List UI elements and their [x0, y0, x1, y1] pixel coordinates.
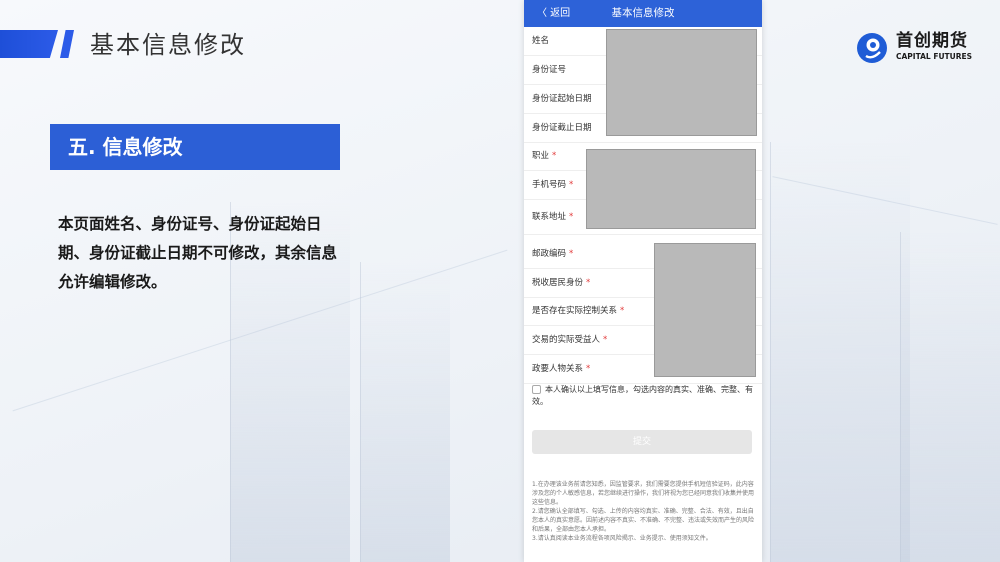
required-mark: *: [569, 249, 574, 259]
field-label: 身份证起始日期: [532, 94, 592, 104]
field-label: 邮政编码 *: [532, 249, 574, 259]
confirm-statement[interactable]: 本人确认以上填写信息，勾选内容的真实、准确、完整、有效。: [532, 384, 758, 408]
logo-text-en: CAPITAL FUTURES: [896, 52, 973, 61]
field-label: 税收居民身份 *: [532, 278, 591, 288]
redacted-values-block: [606, 29, 757, 136]
field-label: 联系地址 *: [532, 212, 574, 222]
slide-title: 基本信息修改: [90, 31, 246, 59]
field-label: 政要人物关系 *: [532, 364, 591, 374]
logo-text-cn: 首创期货: [896, 31, 968, 51]
field-label: 身份证号: [532, 65, 567, 75]
required-mark: *: [569, 180, 574, 190]
redacted-values-block: [654, 243, 756, 377]
field-label: 身份证截止日期: [532, 123, 592, 133]
confirm-text: 本人确认以上填写信息，勾选内容的真实、准确、完整、有效。: [532, 385, 753, 406]
field-label: 姓名: [532, 36, 550, 46]
field-label: 是否存在实际控制关系 *: [532, 306, 625, 316]
required-mark: *: [569, 212, 574, 222]
notice-text: 1.在办理该业务前请您知悉，因监管要求，我们需要您提供手机短信验证码，此内容涉及…: [532, 480, 754, 543]
submit-button[interactable]: 提交: [532, 430, 752, 454]
notice-item: 1.在办理该业务前请您知悉，因监管要求，我们需要您提供手机短信验证码，此内容涉及…: [532, 481, 755, 506]
required-mark: *: [552, 151, 557, 161]
field-label: 交易的实际受益人 *: [532, 335, 608, 345]
required-mark: *: [620, 306, 625, 316]
required-mark: *: [586, 364, 591, 374]
capital-futures-logo: 首创期货 CAPITAL FUTURES: [856, 30, 981, 66]
field-label: 手机号码 *: [532, 180, 574, 190]
section-title: 五. 信息修改: [68, 135, 183, 159]
required-mark: *: [603, 335, 608, 345]
notice-item: 3.请认真阅读本业务流程各项风险揭示、业务提示、使用须知文件。: [532, 535, 712, 542]
logo-mark-icon: [857, 33, 887, 63]
redacted-values-block: [586, 149, 756, 229]
required-mark: *: [586, 278, 591, 288]
slide-description: 本页面姓名、身份证号、身份证起始日期、身份证截止日期不可修改，其余信息允许编辑修…: [58, 215, 338, 291]
field-label: 职业 *: [532, 151, 557, 161]
section-heading: 五. 信息修改: [50, 124, 340, 170]
phone-screen: 〈 返回 基本信息修改 姓名 身份证号 身份证起始日期 身份证截止日期 职业 * …: [524, 0, 762, 562]
notice-item: 2.请您确认全部填写、勾选、上传的内容均真实、准确、完整、合法、有效，且出自您本…: [532, 508, 755, 533]
nav-bar: 〈 返回 基本信息修改: [524, 0, 762, 27]
nav-title: 基本信息修改: [611, 7, 675, 19]
confirm-checkbox[interactable]: [532, 385, 541, 394]
